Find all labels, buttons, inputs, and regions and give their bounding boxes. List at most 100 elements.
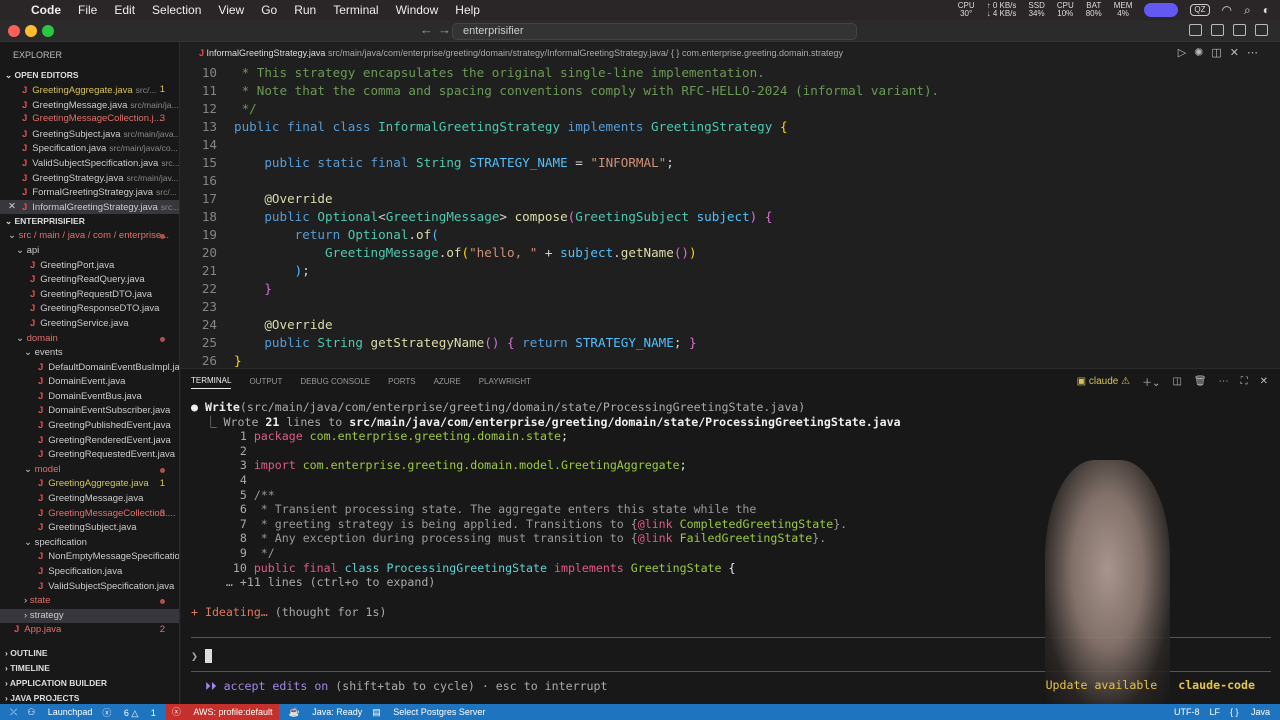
code-area[interactable]: 10 * This strategy encapsulates the orig… [181, 64, 1280, 370]
open-editor-item[interactable]: J GreetingMessage.java src/main/ja... [0, 98, 179, 113]
wifi-icon[interactable]: ◠ [1222, 4, 1232, 16]
screen-share-icon[interactable] [1144, 3, 1179, 17]
breadcrumb-path[interactable]: src/main/java/com/enterprise/greeting/do… [328, 48, 843, 58]
maximize-panel-icon[interactable]: ⛶ [1241, 376, 1248, 387]
menu-run[interactable]: Run [294, 3, 316, 17]
code-line[interactable]: 22 } [181, 280, 1280, 298]
remote-icon[interactable]: ⤫ [10, 707, 17, 718]
menu-window[interactable]: Window [396, 3, 439, 17]
menu-help[interactable]: Help [455, 3, 480, 17]
close-window-button[interactable] [8, 25, 20, 37]
zoom-window-button[interactable] [42, 25, 54, 37]
tree-file[interactable]: J GreetingReadQuery.java [0, 273, 179, 288]
menu-edit[interactable]: Edit [114, 3, 135, 17]
tree-file[interactable]: J GreetingMessageCollection.... 3 [0, 507, 179, 522]
breadcrumb-file[interactable]: InformalGreetingStrategy.java [207, 48, 326, 58]
tab-debug-console[interactable]: DEBUG CONSOLE [300, 377, 370, 386]
tree-file[interactable]: J DomainEventBus.java [0, 390, 179, 405]
menu-terminal[interactable]: Terminal [333, 3, 378, 17]
open-editors-header[interactable]: ⌄ OPEN EDITORS [0, 68, 179, 83]
tree-folder[interactable]: ⌄ domain [0, 332, 179, 347]
open-editor-item[interactable]: J GreetingStrategy.java src/main/jav... [0, 171, 179, 186]
customize-layout-icon[interactable] [1189, 24, 1202, 36]
tree-folder[interactable]: ⌄ src / main / java / com / enterprise..… [0, 229, 179, 244]
tree-folder[interactable]: ⌄ events [0, 346, 179, 361]
toggle-secondary-sidebar-icon[interactable] [1255, 24, 1268, 36]
tree-file[interactable]: J NonEmptyMessageSpecification.... [0, 550, 179, 565]
split-terminal-icon[interactable]: ◫ [1172, 376, 1181, 387]
launchpad-item[interactable]: ⚇ Launchpad [27, 707, 92, 718]
control-center-icon[interactable]: ◐ [1263, 4, 1270, 16]
aws-profile-item[interactable]: ⓧ AWS: profile:default [165, 704, 279, 720]
tree-file[interactable]: J DomainEvent.java [0, 375, 179, 390]
tree-folder[interactable]: › strategy [0, 608, 179, 624]
code-line[interactable]: 10 * This strategy encapsulates the orig… [181, 64, 1280, 82]
tree-file[interactable]: J GreetingRequestedEvent.java [0, 448, 179, 463]
language-item[interactable]: { } Java [1230, 707, 1270, 717]
trash-icon[interactable]: 🗑 [1194, 376, 1207, 387]
section-header[interactable]: › TIMELINE [0, 661, 179, 676]
tree-file[interactable]: J GreetingResponseDTO.java [0, 302, 179, 317]
search-icon[interactable]: ⌕ [1244, 4, 1251, 16]
editor-actions[interactable]: ▷✺◫✕⋯ [1178, 42, 1266, 64]
tree-file[interactable]: J GreetingService.java [0, 317, 179, 332]
code-line[interactable]: 18 public Optional<GreetingMessage> comp… [181, 208, 1280, 226]
more-icon[interactable]: ⋯ [1219, 376, 1229, 387]
tree-file[interactable]: J GreetingRenderedEvent.java [0, 434, 179, 449]
problems-item[interactable]: ⓧ 6 △ 1 [102, 706, 155, 719]
code-line[interactable]: 16 [181, 172, 1280, 190]
code-line[interactable]: 11 * Note that the comma and spacing con… [181, 82, 1280, 100]
menu-file[interactable]: File [78, 3, 97, 17]
code-line[interactable]: 19 return Optional.of( [181, 226, 1280, 244]
open-editor-item[interactable]: J FormalGreetingStrategy.java src/... [0, 185, 179, 200]
open-editor-item[interactable]: J ValidSubjectSpecification.java src... [0, 156, 179, 171]
code-line[interactable]: 14 [181, 136, 1280, 154]
tree-file[interactable]: J DomainEventSubscriber.java [0, 404, 179, 419]
tree-folder[interactable]: ⌄ specification [0, 536, 179, 551]
tree-file[interactable]: J Specification.java [0, 565, 179, 580]
open-editor-item[interactable]: J GreetingAggregate.java src/... 1 [0, 83, 179, 98]
postgres-item[interactable]: ▤ Select Postgres Server [372, 707, 485, 718]
tab-playwright[interactable]: PLAYWRIGHT [479, 377, 531, 386]
tree-file[interactable]: J DefaultDomainEventBusImpl.java [0, 361, 179, 376]
code-line[interactable]: 25 public String getStrategyName() { ret… [181, 334, 1280, 352]
command-center-search[interactable]: enterprisifier [452, 23, 857, 40]
code-line[interactable]: 17 @Override [181, 190, 1280, 208]
editor[interactable]: J InformalGreetingStrategy.java src/main… [181, 42, 1280, 368]
forward-arrow-icon[interactable]: → [438, 22, 451, 37]
qz-icon[interactable]: QZ [1190, 4, 1210, 16]
encoding-item[interactable]: UTF-8 [1174, 707, 1200, 717]
tree-file[interactable]: J App.java 2 [0, 623, 179, 638]
tree-file[interactable]: J GreetingMessage.java [0, 492, 179, 507]
project-header[interactable]: ⌄ ENTERPRISIFIER [0, 214, 179, 229]
tab-azure[interactable]: AZURE [434, 377, 461, 386]
tab-ports[interactable]: PORTS [388, 377, 415, 386]
code-line[interactable]: 13 public final class InformalGreetingStr… [181, 118, 1280, 136]
tab-output[interactable]: OUTPUT [249, 377, 282, 386]
menu-selection[interactable]: Selection [152, 3, 201, 17]
java-status-item[interactable]: ☕ Java: Ready [289, 707, 363, 718]
tree-file[interactable]: J GreetingSubject.java [0, 521, 179, 536]
code-line[interactable]: 24 @Override [181, 316, 1280, 334]
code-line[interactable]: 15 public static final String STRATEGY_N… [181, 154, 1280, 172]
toggle-sidebar-icon[interactable] [1211, 24, 1224, 36]
tree-file[interactable]: J GreetingPublishedEvent.java [0, 419, 179, 434]
open-editor-item[interactable]: J Specification.java src/main/java/co... [0, 141, 179, 156]
open-editor-item[interactable]: J GreetingSubject.java src/main/java... [0, 127, 179, 142]
close-panel-icon[interactable]: ✕ [1260, 376, 1268, 387]
toggle-panel-icon[interactable] [1233, 24, 1246, 36]
code-line[interactable]: 12 */ [181, 100, 1280, 118]
tree-folder[interactable]: ⌄ api [0, 244, 179, 259]
code-line[interactable]: 21 ); [181, 262, 1280, 280]
tree-file[interactable]: J ValidSubjectSpecification.java [0, 580, 179, 595]
menu-view[interactable]: View [218, 3, 244, 17]
tree-file[interactable]: J GreetingAggregate.java 1 [0, 477, 179, 492]
close-icon[interactable]: ✕ [8, 200, 16, 215]
tree-folder[interactable]: ⌄ model [0, 463, 179, 478]
tree-file[interactable]: J GreetingPort.java [0, 259, 179, 274]
code-line[interactable]: 20 GreetingMessage. of("hello, " + subjec… [181, 244, 1280, 262]
tab-terminal[interactable]: TERMINAL [191, 376, 232, 389]
minimize-window-button[interactable] [25, 25, 37, 37]
section-header[interactable]: › OUTLINE [0, 646, 179, 661]
code-line[interactable]: 23 [181, 298, 1280, 316]
